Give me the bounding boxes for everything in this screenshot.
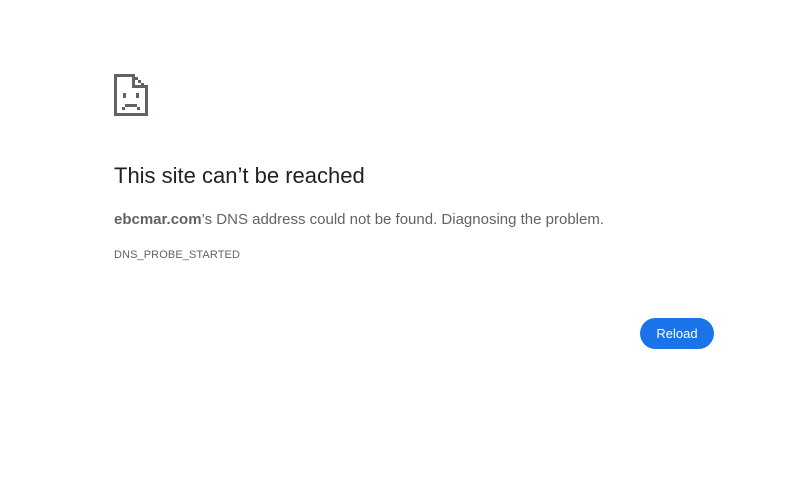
page-title: This site can’t be reached [114, 163, 365, 188]
failed-domain: ebcmar.com [114, 211, 202, 228]
error-code: DNS_PROBE_STARTED [114, 249, 240, 261]
error-message: ’s DNS address could not be found. Diagn… [201, 211, 605, 228]
error-page: This site can’t be reached ebcmar.com’s … [0, 0, 804, 500]
reload-button[interactable]: Reload [640, 318, 714, 349]
error-summary: ebcmar.com’s DNS address could not be fo… [114, 210, 604, 230]
sad-page-icon [113, 73, 149, 117]
